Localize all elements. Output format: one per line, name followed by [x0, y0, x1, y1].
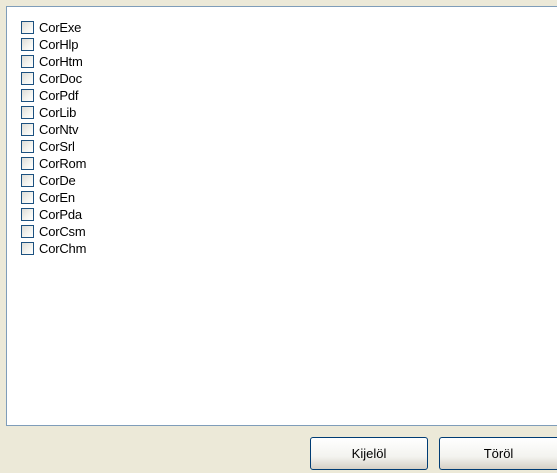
checkbox[interactable]	[21, 38, 34, 51]
list-item[interactable]: CorHtm	[21, 53, 557, 70]
list-item[interactable]: CorSrl	[21, 138, 557, 155]
list-item[interactable]: CorPda	[21, 206, 557, 223]
list-item-label: CorPda	[39, 207, 82, 222]
checkbox-list[interactable]: CorExe CorHlp CorHtm CorDoc CorPdf CorLi…	[6, 6, 557, 426]
list-item-label: CorDe	[39, 173, 76, 188]
list-item-label: CorLib	[39, 105, 77, 120]
checkbox[interactable]	[21, 157, 34, 170]
list-item-label: CorSrl	[39, 139, 75, 154]
list-item-label: CorEn	[39, 190, 75, 205]
list-item[interactable]: CorPdf	[21, 87, 557, 104]
checkbox[interactable]	[21, 89, 34, 102]
list-item-label: CorDoc	[39, 71, 82, 86]
list-item[interactable]: CorEn	[21, 189, 557, 206]
delete-button[interactable]: Töröl	[439, 437, 557, 470]
checkbox[interactable]	[21, 123, 34, 136]
list-item[interactable]: CorNtv	[21, 121, 557, 138]
checkbox[interactable]	[21, 208, 34, 221]
checkbox[interactable]	[21, 242, 34, 255]
list-item-label: CorHlp	[39, 37, 79, 52]
checkbox-list-items: CorExe CorHlp CorHtm CorDoc CorPdf CorLi…	[7, 7, 557, 257]
list-item-label: CorCsm	[39, 224, 86, 239]
checkbox[interactable]	[21, 191, 34, 204]
checkbox[interactable]	[21, 140, 34, 153]
list-item-label: CorPdf	[39, 88, 79, 103]
list-item-label: CorChm	[39, 241, 87, 256]
list-item[interactable]: CorChm	[21, 240, 557, 257]
checkbox[interactable]	[21, 72, 34, 85]
list-item[interactable]: CorHlp	[21, 36, 557, 53]
list-item-label: CorHtm	[39, 54, 83, 69]
list-item-label: CorExe	[39, 20, 82, 35]
list-item[interactable]: CorLib	[21, 104, 557, 121]
checkbox[interactable]	[21, 55, 34, 68]
list-item[interactable]: CorDoc	[21, 70, 557, 87]
dialog-root: CorExe CorHlp CorHtm CorDoc CorPdf CorLi…	[0, 0, 557, 473]
checkbox[interactable]	[21, 21, 34, 34]
list-item[interactable]: CorExe	[21, 19, 557, 36]
list-item-label: CorNtv	[39, 122, 79, 137]
select-button[interactable]: Kijelöl	[310, 437, 428, 470]
list-item[interactable]: CorRom	[21, 155, 557, 172]
checkbox[interactable]	[21, 225, 34, 238]
list-item-label: CorRom	[39, 156, 87, 171]
list-item[interactable]: CorDe	[21, 172, 557, 189]
list-item[interactable]: CorCsm	[21, 223, 557, 240]
checkbox[interactable]	[21, 174, 34, 187]
checkbox[interactable]	[21, 106, 34, 119]
